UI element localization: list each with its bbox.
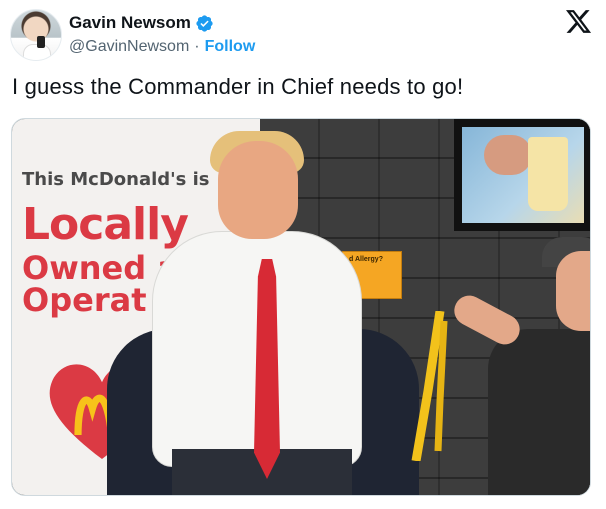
menu-screen (454, 119, 590, 231)
verified-badge-icon (196, 14, 213, 32)
man-head (218, 141, 298, 239)
allergy-sign-label: d Allergy? (349, 256, 383, 263)
follow-button[interactable]: Follow (205, 38, 256, 56)
author-name-row: Gavin Newsom (69, 13, 214, 33)
tweet-text: I guess the Commander in Chief needs to … (12, 74, 464, 99)
separator-dot: · (194, 38, 200, 55)
sign-line-2: Locally (22, 199, 189, 250)
x-logo-icon[interactable] (566, 10, 592, 34)
screen-hand (484, 135, 532, 175)
man-red-tie (254, 259, 280, 479)
lanyard-strap (411, 311, 448, 461)
menu-screen-display (462, 127, 584, 223)
tweet-media-video[interactable]: This McDonald's is Locally Owned a Opera… (11, 118, 591, 496)
avatar[interactable] (10, 9, 62, 61)
display-name[interactable]: Gavin Newsom (69, 13, 191, 33)
author-handle-row: @GavinNewsom · Follow (69, 38, 255, 56)
screen-cup (528, 137, 568, 211)
avatar-phone (37, 36, 45, 48)
employee-body (488, 329, 590, 495)
tweet-card: Gavin Newsom @GavinNewsom · Follow I gue… (0, 0, 606, 509)
sign-line-4: Operat (22, 281, 147, 319)
sign-line-1: This McDonald's is (22, 169, 210, 190)
author-handle[interactable]: @GavinNewsom (69, 38, 189, 56)
employee-face (556, 251, 590, 331)
